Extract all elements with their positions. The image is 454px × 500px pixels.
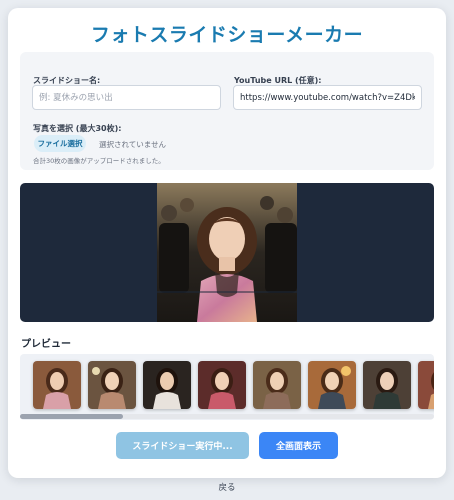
main-card: フォトスライドショーメーカー スライドショー名: YouTube URL (任意…	[8, 8, 446, 478]
back-link[interactable]: 戻る	[0, 481, 454, 493]
upload-count-note: 合計30枚の画像がアップロードされました。	[33, 157, 165, 165]
slideshow-stage[interactable]	[20, 183, 434, 322]
thumbnail[interactable]	[308, 361, 356, 409]
thumbnail[interactable]	[33, 361, 81, 409]
thumbnail[interactable]	[253, 361, 301, 409]
thumbnail[interactable]	[88, 361, 136, 409]
run-slideshow-button[interactable]: スライドショー実行中...	[116, 432, 249, 459]
fullscreen-button[interactable]: 全画面表示	[259, 432, 338, 459]
thumbnail[interactable]	[418, 361, 434, 409]
thumbnail-strip[interactable]	[20, 354, 434, 420]
page-title: フォトスライドショーメーカー	[90, 24, 364, 46]
preview-heading: プレビュー	[21, 339, 71, 350]
thumbnail[interactable]	[363, 361, 411, 409]
file-select-button[interactable]: ファイル選択	[34, 135, 86, 152]
thumbnail-scrollbar[interactable]	[20, 414, 434, 419]
youtube-url-input[interactable]	[233, 85, 422, 110]
current-slide-photo	[157, 183, 297, 322]
photos-label: 写真を選択 (最大30枚):	[33, 124, 122, 133]
slideshow-name-input[interactable]	[32, 85, 221, 110]
settings-panel: スライドショー名: YouTube URL (任意): 写真を選択 (最大30枚…	[20, 52, 434, 170]
scrollbar-thumb[interactable]	[20, 414, 123, 419]
thumbnail[interactable]	[198, 361, 246, 409]
file-status-text: 選択されていません	[99, 140, 167, 149]
thumbnail[interactable]	[143, 361, 191, 409]
